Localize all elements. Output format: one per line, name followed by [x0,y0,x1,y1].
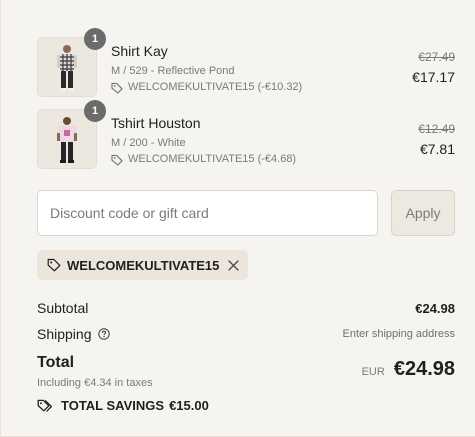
product-thumbnail: 1 [37,28,106,97]
tags-icon [37,399,53,412]
quantity-badge: 1 [84,28,106,50]
shipping-label-group: Shipping [37,326,110,342]
total-value: €24.98 [393,358,455,380]
line-item-info: Tshirt Houston M / 200 - White WELCOMEKU… [111,115,296,166]
savings-value: €15.00 [169,398,209,413]
applied-discount-code: WELCOMEKULTIVATE15 [67,257,220,273]
tag-icon [47,258,61,272]
item-discount-text: WELCOMEKULTIVATE15 (-€10.32) [128,81,303,93]
shipping-row: Shipping Enter shipping address [37,325,455,343]
discount-code-input[interactable] [37,190,378,236]
line-item-info: Shirt Kay M / 529 - Reflective Pond WELC… [111,43,302,94]
total-savings: TOTAL SAVINGS €15.00 [37,398,209,413]
product-thumbnail: 1 [37,100,106,169]
subtotal-row: Subtotal €24.98 [37,299,455,317]
original-price: €27.49 [418,50,455,64]
item-discount: WELCOMEKULTIVATE15 (-€10.32) [111,81,302,94]
line-item: 1 Tshirt Houston M / 200 - White WELCOME… [37,100,455,169]
line-item-prices: €27.49 €17.17 [412,50,455,85]
tax-note: Including €4.34 in taxes [37,377,153,389]
product-title: Shirt Kay [111,43,168,59]
shipping-value: Enter shipping address [342,328,455,340]
total-label: Total [37,354,75,371]
subtotal-label: Subtotal [37,300,89,316]
final-price: €17.17 [412,69,455,85]
product-variant: M / 200 - White [111,137,186,149]
tag-icon [111,82,123,94]
subtotal-value: €24.98 [415,300,455,316]
line-item-prices: €12.49 €7.81 [418,122,455,157]
quantity-badge: 1 [84,100,106,122]
order-summary: 1 Shirt Kay M / 529 - Reflective Pond WE… [0,0,475,437]
item-discount: WELCOMEKULTIVATE15 (-€4.68) [111,153,296,166]
discount-form: Apply [37,190,455,236]
savings-label: TOTAL SAVINGS [61,398,165,413]
item-discount-text: WELCOMEKULTIVATE15 (-€4.68) [128,153,297,165]
original-price: €12.49 [418,122,455,136]
close-icon[interactable] [228,259,240,271]
product-variant: M / 529 - Reflective Pond [111,65,235,77]
currency-code: EUR [361,366,385,378]
apply-button[interactable]: Apply [391,190,455,236]
help-icon[interactable] [97,328,110,340]
shipping-label: Shipping [37,326,92,342]
line-item: 1 Shirt Kay M / 529 - Reflective Pond WE… [37,28,455,97]
total-row: Total Including €4.34 in taxes EUR €24.9… [37,354,455,394]
applied-discount-chip: WELCOMEKULTIVATE15 [37,250,249,280]
tag-icon [111,154,123,166]
total-amount: EUR €24.98 [362,358,455,381]
final-price: €7.81 [419,141,455,157]
product-title: Tshirt Houston [111,115,201,131]
